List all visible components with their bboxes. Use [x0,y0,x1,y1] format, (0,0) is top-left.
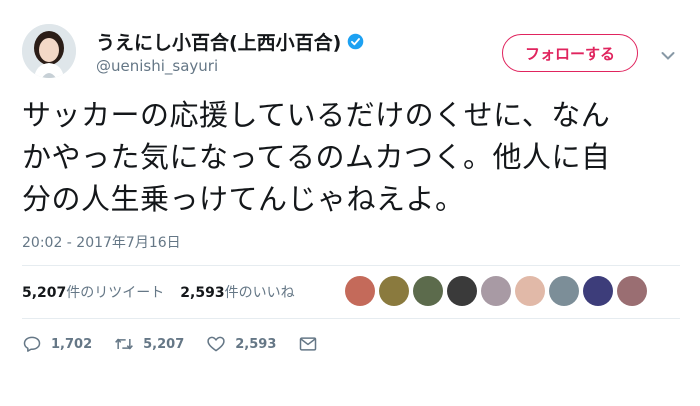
message-icon [300,337,317,351]
retweet-button[interactable]: 5,207 [114,334,184,354]
likes-label: 件のいいね [224,285,295,301]
like-count: 2,593 [235,336,277,352]
retweets-stat[interactable]: 5,207 件のリツイート [22,282,164,302]
liker-avatar[interactable] [617,276,647,306]
user-handle[interactable]: @uenishi_sayuri [96,57,218,75]
reply-icon [23,336,41,352]
like-icon [207,336,225,352]
liker-avatar[interactable] [447,276,477,306]
liker-avatar[interactable] [481,276,511,306]
liker-avatar[interactable] [379,276,409,306]
engagement-stats: 5,207 件のリツイート 2,593 件のいいね [22,282,311,302]
chevron-down-icon[interactable] [661,46,675,60]
liker-avatar[interactable] [583,276,613,306]
liker-avatars [345,276,651,306]
divider-bottom [22,318,680,319]
timestamp[interactable]: 20:02 - 2017年7月16日 [22,232,181,252]
liker-avatar[interactable] [413,276,443,306]
retweet-count: 5,207 [143,336,185,352]
verified-icon [347,33,364,50]
tweet-card: うえにし小百合(上西小百合) @uenishi_sayuri フォローする サッ… [0,0,700,406]
likes-stat[interactable]: 2,593 件のいいね [180,282,294,302]
action-bar: 1,702 5,207 2,593 [22,334,349,354]
direct-message-button[interactable] [298,334,327,354]
liker-avatar[interactable] [515,276,545,306]
likes-count: 2,593 [180,285,225,301]
retweets-count: 5,207 [22,285,67,301]
liker-avatar[interactable] [549,276,579,306]
retweets-label: 件のリツイート [66,285,165,301]
liker-avatar[interactable] [345,276,375,306]
follow-button[interactable]: フォローする [502,34,638,72]
display-name[interactable]: うえにし小百合(上西小百合) [96,28,341,55]
reply-button[interactable]: 1,702 [22,334,92,354]
user-name-row[interactable]: うえにし小百合(上西小百合) [96,28,364,55]
like-button[interactable]: 2,593 [206,334,276,354]
avatar[interactable] [22,24,76,78]
divider-top [22,265,680,266]
reply-count: 1,702 [51,336,93,352]
tweet-text: サッカーの応援しているだけのくせに、なん かやった気になってるのムカつく。他人に… [22,98,611,216]
retweet-icon [115,338,134,350]
